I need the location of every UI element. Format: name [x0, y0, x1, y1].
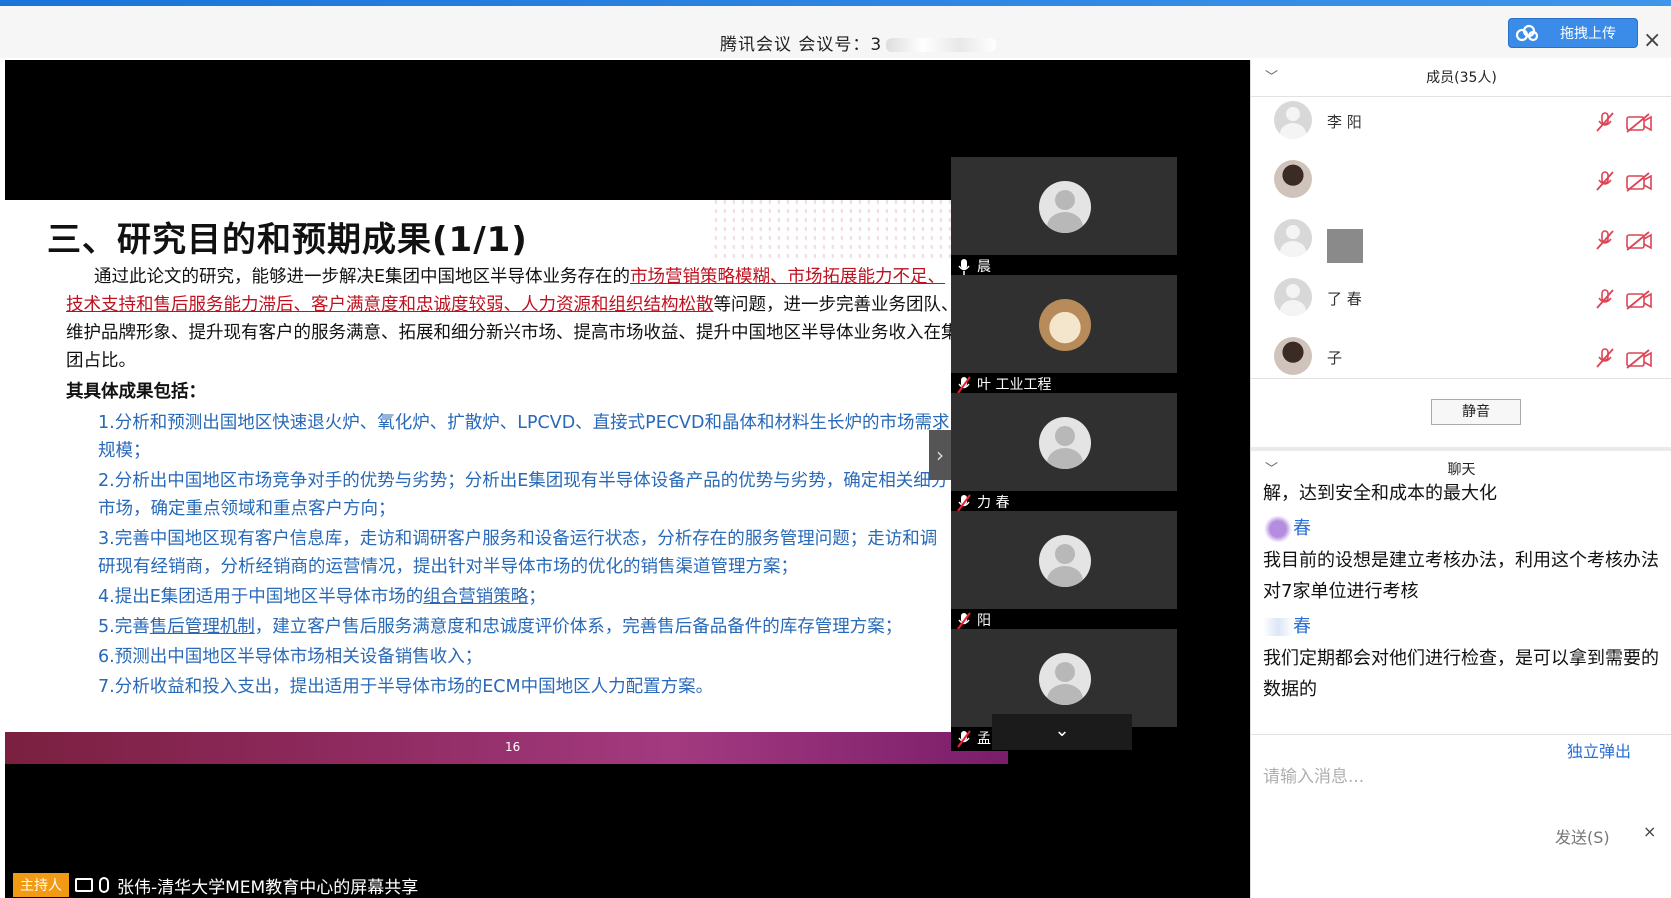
camera-off-icon [1626, 290, 1652, 310]
member-row[interactable]: 子 [1251, 329, 1671, 389]
cloud-icon [1509, 19, 1545, 47]
mic-muted-icon [1596, 230, 1614, 250]
member-name: 李 阳 [1327, 113, 1362, 131]
mic-muted-icon [957, 494, 971, 512]
title-bar: 腾讯会议 会议号：3 拖拽上传 × [0, 6, 1671, 58]
sender-avatar-blur [1263, 516, 1293, 542]
chat-sender: 春 [1263, 612, 1311, 638]
slide-body: 通过此论文的研究，能够进一步解决E集团中国地区半导体业务存在的市场营销策略模糊、… [58, 263, 963, 728]
more-tiles-chevron-down-icon[interactable]: ⌄ [992, 714, 1132, 750]
results-subheading: 其具体成果包括： [66, 382, 206, 402]
side-panel: ﹀ 成员(35人) 李 阳 了 春 子 静音 ﹀ 聊天 解，达到安全和成本的最大… [1250, 60, 1671, 898]
mic-muted-icon [957, 376, 971, 394]
chat-message: 我目前的设想是建立考核办法，利用这个考核办法对7家单位进行考核 [1263, 550, 1659, 602]
participant-name: 阳 [977, 613, 991, 629]
camera-off-icon [1626, 113, 1652, 133]
mic-muted-icon [1596, 348, 1614, 368]
shared-slide: 三、研究目的和预期成果(1/1) 通过此论文的研究，能够进一步解决E集团中国地区… [5, 200, 1008, 764]
member-row[interactable] [1251, 211, 1671, 271]
sender-name-blur [1263, 618, 1293, 636]
video-tile[interactable]: 晨 [951, 157, 1177, 279]
camera-off-icon [1626, 231, 1652, 251]
host-badge: 主持人 [13, 873, 69, 897]
chevron-down-icon[interactable]: ﹀ [1265, 60, 1278, 96]
chat-sender: 春 [1263, 514, 1311, 542]
avatar [1274, 337, 1312, 375]
participant-name: 晨 [977, 259, 991, 275]
chat-input[interactable]: 请输入消息... [1263, 762, 1364, 787]
list-item: 7.分析收益和投入支出，提出适用于半导体市场的ECM中国地区人力配置方案。 [98, 677, 714, 697]
participant-name: 力 春 [977, 495, 1010, 511]
camera-off-icon [1626, 172, 1652, 192]
avatar [1274, 219, 1312, 257]
list-item: 3.完善中国地区现有客户信息库，走访和调研客户服务和设备运行状态，分析存在的服务… [98, 529, 938, 577]
mute-all-button[interactable]: 静音 [1431, 399, 1521, 425]
avatar [1274, 160, 1312, 198]
slide-footer: 16 [5, 732, 1008, 764]
close-icon[interactable]: × [1643, 28, 1661, 53]
popout-chat-link[interactable]: 独立弹出 [1567, 738, 1631, 762]
avatar [1274, 101, 1312, 139]
slide-title: 三、研究目的和预期成果(1/1) [47, 220, 528, 260]
intro-pre: 通过此论文的研究，能够进一步解决E集团中国地区半导体业务存在的 [94, 267, 631, 287]
divider [1251, 734, 1671, 735]
slide-page-number: 16 [505, 740, 521, 754]
avatar [1274, 278, 1312, 316]
mic-muted-icon [1596, 112, 1614, 132]
avatar [1039, 299, 1091, 351]
section-divider [1251, 447, 1671, 451]
members-title: 成员(35人) [1426, 70, 1497, 86]
results-list: 1.分析和预测出国地区快速退火炉、氧化炉、扩散炉、LPCVD、直接式PECVD和… [58, 409, 963, 701]
mic-muted-icon [957, 730, 971, 748]
camera-off-icon [1626, 349, 1652, 369]
share-status-bar: 主持人 张伟-清华大学MEM教育中心的屏幕共享 [5, 872, 1250, 898]
mic-icon [958, 259, 970, 275]
send-button[interactable]: 发送(S) [1555, 824, 1610, 848]
window-title: 腾讯会议 会议号：3 [720, 30, 997, 55]
members-header[interactable]: ﹀ 成员(35人) [1251, 60, 1671, 96]
chat-title: 聊天 [1447, 462, 1476, 478]
member-row[interactable]: 了 春 [1251, 270, 1671, 330]
meeting-id-redacted [886, 38, 997, 52]
list-item: 1.分析和预测出国地区快速退火炉、氧化炉、扩散炉、LPCVD、直接式PECVD和… [98, 413, 950, 461]
video-tile[interactable]: 叶 工业工程 [951, 275, 1177, 397]
avatar [1039, 181, 1091, 233]
participant-name: 叶 工业工程 [977, 377, 1052, 393]
divider [1251, 378, 1671, 379]
intro-paragraph: 通过此论文的研究，能够进一步解决E集团中国地区半导体业务存在的市场营销策略模糊、… [58, 263, 963, 375]
member-row[interactable]: 李 阳 [1251, 93, 1671, 153]
list-item: 2.分析出中国地区市场竞争对手的优势与劣势；分析出E集团现有半导体设备产品的优势… [98, 471, 949, 519]
chat-message: 解，达到安全和成本的最大化 [1263, 483, 1497, 504]
meeting-title: 腾讯会议 会议号：3 [720, 35, 883, 55]
mic-muted-icon [957, 612, 971, 630]
mic-muted-icon [1596, 171, 1614, 191]
upload-label: 拖拽上传 [1560, 26, 1616, 42]
member-name: 了 春 [1327, 290, 1362, 308]
mic-muted-icon [1596, 289, 1614, 309]
video-tile[interactable]: 阳 [951, 511, 1177, 633]
drag-upload-button[interactable]: 拖拽上传 [1508, 18, 1638, 48]
chat-message: 我们定期都会对他们进行检查，是可以拿到需要的数据的 [1263, 648, 1659, 700]
video-tile[interactable]: 力 春 [951, 393, 1177, 515]
avatar [1039, 535, 1091, 587]
member-name: 子 [1327, 349, 1343, 367]
mic-icon [99, 877, 109, 893]
avatar [1039, 653, 1091, 705]
next-slide-chevron-icon[interactable]: › [929, 430, 951, 480]
member-name-redacted [1327, 229, 1363, 263]
screen-share-icon [75, 878, 93, 892]
close-icon[interactable]: × [1643, 822, 1656, 841]
avatar [1039, 417, 1091, 469]
member-row[interactable] [1251, 152, 1671, 212]
list-item: 4.提出E集团适用于中国地区半导体市场的组合营销策略； [98, 587, 546, 607]
participant-name: 孟 [977, 731, 991, 747]
list-item: 5.完善售后管理机制，建立客户售后服务满意度和忠诚度评价体系，完善售后备品备件的… [98, 617, 903, 637]
list-item: 6.预测出中国地区半导体市场相关设备销售收入； [98, 647, 483, 667]
share-status-text: 张伟-清华大学MEM教育中心的屏幕共享 [117, 877, 419, 898]
